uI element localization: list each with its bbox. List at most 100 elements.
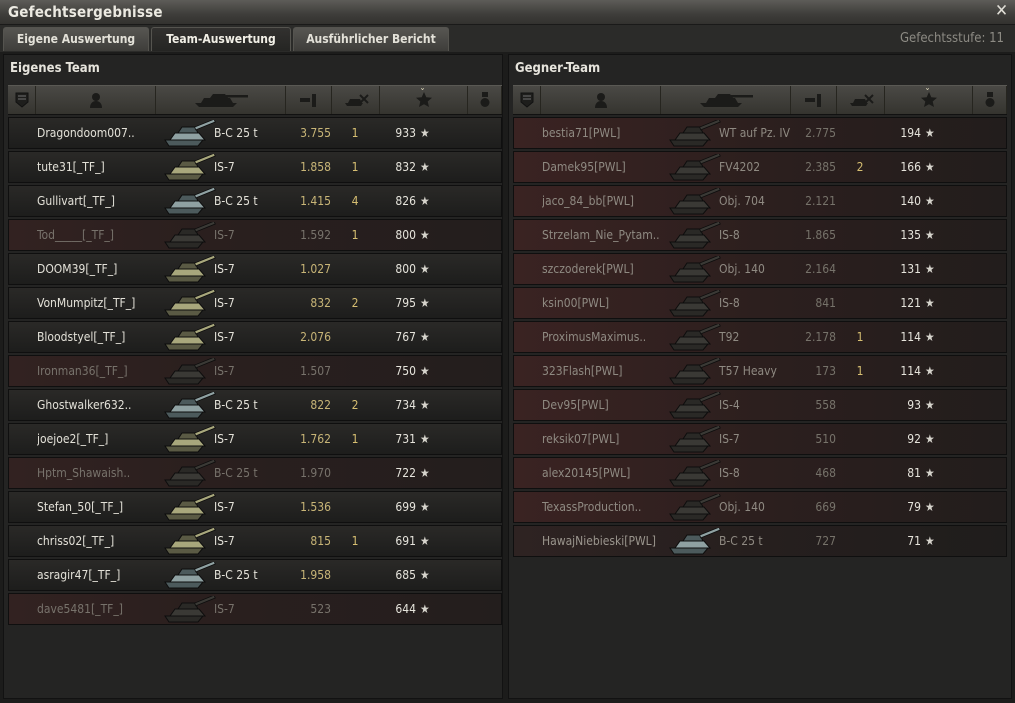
xp-value: 92 <box>907 432 921 446</box>
tab-team-auswertung[interactable]: Team-Auswertung <box>151 27 291 51</box>
player-name: VonMumpitz[_TF_] <box>37 296 136 310</box>
player-row[interactable]: Ironman36[_TF_] IS-7 1.507 750 ★ <box>8 355 502 387</box>
squad-icon <box>15 92 29 108</box>
player-name: Ironman36[_TF_] <box>37 364 128 378</box>
player-row[interactable]: szczoderek[PWL] Obj. 140 2.164 131 ★ <box>513 253 1007 285</box>
xp-value: 194 <box>900 126 921 140</box>
player-row[interactable]: chriss02[_TF_] IS-7 815 1 691 ★ <box>8 525 502 557</box>
player-row[interactable]: ksin00[PWL] IS-8 841 121 ★ <box>513 287 1007 319</box>
own-team-list: Dragondoom007.. B-C 25 t 3.755 1 933 ★ tute31[… <box>8 117 502 627</box>
tank-icon <box>666 356 722 389</box>
player-row[interactable]: alex20145[PWL] IS-8 468 81 ★ <box>513 457 1007 489</box>
tab-ausfuehrlicher-bericht[interactable]: Ausführlicher Bericht <box>293 27 449 51</box>
tank-icon <box>666 118 722 151</box>
kills-value <box>838 118 882 150</box>
xp-star-icon: ★ <box>420 602 430 616</box>
player-row[interactable]: Tod_____[_TF_] IS-7 1.592 1 800 ★ <box>8 219 502 251</box>
tab-eigene-auswertung[interactable]: Eigene Auswertung <box>3 27 149 51</box>
own-col-player[interactable] <box>36 86 156 114</box>
kills-value: 1 <box>856 330 864 344</box>
player-row[interactable]: Hptm_Shawaish.. B-C 25 t 1.970 722 ★ <box>8 457 502 489</box>
player-name: Tod_____[_TF_] <box>37 228 115 242</box>
xp-star-icon: ★ <box>925 330 935 344</box>
damage-icon <box>804 92 824 108</box>
xp-value: 81 <box>907 466 921 480</box>
xp-value: 767 <box>395 330 416 344</box>
player-row[interactable]: HawajNiebieski[PWL] B-C 25 t 727 71 ★ <box>513 525 1007 557</box>
enemy-col-player[interactable] <box>541 86 661 114</box>
player-name: ksin00[PWL] <box>542 296 610 310</box>
xp-star-icon: ★ <box>420 432 430 446</box>
damage-value: 815 <box>310 534 331 548</box>
player-row[interactable]: jaco_84_bb[PWL] Obj. 704 2.121 140 ★ <box>513 185 1007 217</box>
player-row[interactable]: TexassProduction.. Obj. 140 669 79 ★ <box>513 491 1007 523</box>
sort-indicator-icon: ⌄ <box>419 83 426 92</box>
player-row[interactable]: Bloodstyel[_TF_] IS-7 2.076 767 ★ <box>8 321 502 353</box>
xp-star-icon: ★ <box>420 364 430 378</box>
player-row[interactable]: ProximusMaximus.. T92 2.178 1 114 ★ <box>513 321 1007 353</box>
own-col-squad[interactable] <box>8 86 36 114</box>
xp-star-icon: ★ <box>925 432 935 446</box>
own-col-damage[interactable] <box>286 86 332 114</box>
player-name: DOOM39[_TF_] <box>37 262 118 276</box>
damage-value: 1.027 <box>300 262 331 276</box>
player-row[interactable]: Gullivart[_TF_] B-C 25 t 1.415 4 826 ★ <box>8 185 502 217</box>
player-row[interactable]: reksik07[PWL] IS-7 510 92 ★ <box>513 423 1007 455</box>
enemy-col-squad[interactable] <box>513 86 541 114</box>
player-row[interactable]: VonMumpitz[_TF_] IS-7 832 2 795 ★ <box>8 287 502 319</box>
xp-star-icon: ★ <box>925 228 935 242</box>
kills-value <box>333 254 377 286</box>
own-col-kills[interactable] <box>332 86 380 114</box>
player-name: Damek95[PWL] <box>542 160 626 174</box>
kills-icon <box>848 92 874 108</box>
player-row[interactable]: Strzelam_Nie_Pytam.. IS-8 1.865 135 ★ <box>513 219 1007 251</box>
xp-value: 731 <box>395 432 416 446</box>
player-row[interactable]: Dev95[PWL] IS-4 558 93 ★ <box>513 389 1007 421</box>
player-row[interactable]: Ghostwalker632.. B-C 25 t 822 2 734 ★ <box>8 389 502 421</box>
player-name: chriss02[_TF_] <box>37 534 115 548</box>
player-row[interactable]: Damek95[PWL] FV4202 2.385 2 166 ★ <box>513 151 1007 183</box>
xp-star-icon: ★ <box>925 466 935 480</box>
enemy-col-tank[interactable] <box>661 86 791 114</box>
tank-icon <box>161 390 217 423</box>
own-col-medal[interactable] <box>468 86 502 114</box>
player-row[interactable]: bestia71[PWL] WT auf Pz. IV 2.775 194 ★ <box>513 117 1007 149</box>
own-col-xp-star[interactable]: ⌄ <box>380 83 468 114</box>
damage-value: 727 <box>815 534 836 548</box>
xp-star-icon <box>920 92 937 108</box>
kills-value <box>838 220 882 252</box>
enemy-col-damage[interactable] <box>791 86 837 114</box>
tank-icon <box>666 254 722 287</box>
player-row[interactable]: DOOM39[_TF_] IS-7 1.027 800 ★ <box>8 253 502 285</box>
player-row[interactable]: dave5481[_TF_] IS-7 523 644 ★ <box>8 593 502 625</box>
enemy-col-kills[interactable] <box>837 86 885 114</box>
enemy-col-medal[interactable] <box>973 86 1007 114</box>
xp-value: 691 <box>395 534 416 548</box>
player-row[interactable]: tute31[_TF_] IS-7 1.858 1 832 ★ <box>8 151 502 183</box>
close-icon[interactable]: ✕ <box>995 1 1008 21</box>
damage-value: 468 <box>815 466 836 480</box>
player-row[interactable]: 323Flash[PWL] T57 Heavy 173 1 114 ★ <box>513 355 1007 387</box>
tank-icon <box>666 288 722 321</box>
player-row[interactable]: joejoe2[_TF_] IS-7 1.762 1 731 ★ <box>8 423 502 455</box>
xp-value: 685 <box>395 568 416 582</box>
xp-value: 826 <box>395 194 416 208</box>
own-col-tank[interactable] <box>156 86 286 114</box>
tank-icon <box>666 526 722 559</box>
damage-value: 832 <box>310 296 331 310</box>
player-name: tute31[_TF_] <box>37 160 105 174</box>
player-row[interactable]: Stefan_50[_TF_] IS-7 1.536 699 ★ <box>8 491 502 523</box>
xp-star-icon: ★ <box>420 262 430 276</box>
player-row[interactable]: asragir47[_TF_] B-C 25 t 1.958 685 ★ <box>8 559 502 591</box>
kills-value <box>333 594 377 626</box>
enemy-col-xp-star[interactable]: ⌄ <box>885 83 973 114</box>
tank-icon <box>666 424 722 457</box>
xp-value: 734 <box>395 398 416 412</box>
player-row[interactable]: Dragondoom007.. B-C 25 t 3.755 1 933 ★ <box>8 117 502 149</box>
tank-icon <box>666 492 722 525</box>
tank-icon <box>161 492 217 525</box>
player-name: szczoderek[PWL] <box>542 262 634 276</box>
xp-star-icon: ★ <box>420 534 430 548</box>
xp-star-icon: ★ <box>925 534 935 548</box>
damage-value: 841 <box>815 296 836 310</box>
